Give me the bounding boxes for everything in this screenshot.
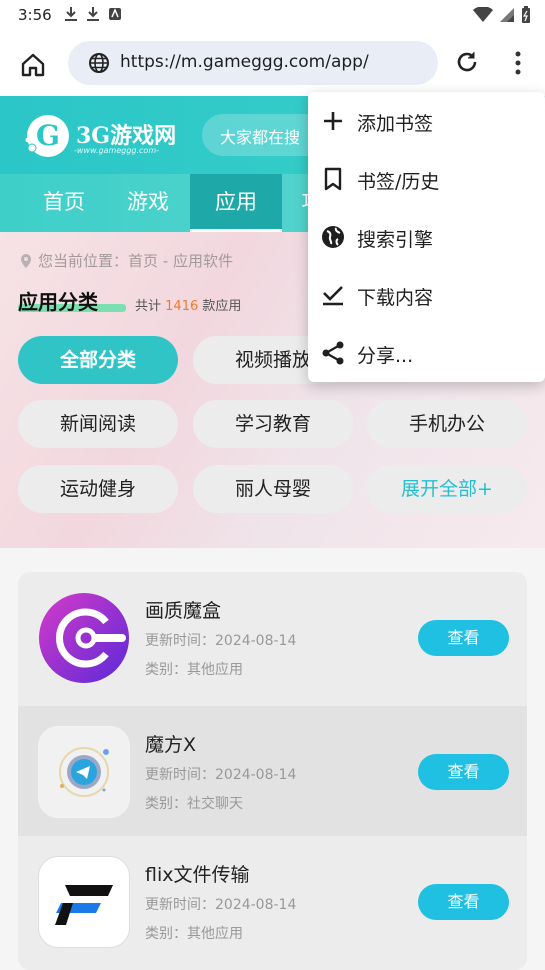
- status-time: 3:56: [18, 6, 52, 24]
- bookmark-icon: [324, 167, 342, 191]
- signal-icon: [500, 8, 514, 22]
- nav-item-home[interactable]: 首页: [18, 174, 110, 232]
- app-list-section: 画质魔盒 更新时间：2024-08-14 类别：其他应用 查看 魔方X 更新时间…: [0, 548, 545, 970]
- wifi-icon: [473, 7, 493, 22]
- reload-icon[interactable]: [454, 49, 480, 75]
- menu-item-add-bookmark[interactable]: 添加书签: [308, 92, 545, 150]
- app-category: 类别：其他应用: [145, 662, 243, 678]
- chip-news[interactable]: 新闻阅读: [18, 400, 178, 448]
- view-button[interactable]: 查看: [418, 754, 509, 790]
- app-icon-flix: [38, 856, 130, 948]
- breadcrumb-text: 您当前位置：首页 - 应用软件: [38, 252, 233, 270]
- app-name: 魔方X: [145, 734, 197, 756]
- site-search-placeholder: 大家都在搜: [220, 128, 301, 147]
- download-check-icon: [323, 286, 343, 306]
- category-count: 共计 1416 款应用: [135, 299, 242, 314]
- location-pin-icon: [21, 253, 31, 268]
- status-system-icons: [473, 6, 531, 24]
- chip-education[interactable]: 学习教育: [193, 400, 353, 448]
- globe-icon: [89, 53, 109, 73]
- menu-item-label: 书签/历史: [357, 171, 440, 193]
- app-list: 画质魔盒 更新时间：2024-08-14 类别：其他应用 查看 魔方X 更新时间…: [18, 572, 527, 970]
- download-icon: [87, 7, 99, 21]
- plus-icon: [324, 112, 342, 130]
- globe-icon: [322, 226, 344, 248]
- app-update-date: 更新时间：2024-08-14: [145, 633, 297, 649]
- battery-icon: [522, 6, 530, 23]
- status-bar: 3:56: [0, 0, 545, 30]
- chip-beauty[interactable]: 丽人母婴: [193, 465, 353, 513]
- menu-item-label: 搜索引擎: [357, 229, 434, 251]
- logo-mark-icon: G: [25, 115, 69, 157]
- list-item[interactable]: 画质魔盒 更新时间：2024-08-14 类别：其他应用 查看: [18, 572, 527, 702]
- menu-item-search-engine[interactable]: 搜索引擎: [308, 208, 545, 266]
- home-icon[interactable]: [18, 50, 48, 80]
- chip-all[interactable]: 全部分类: [18, 336, 178, 384]
- menu-item-bookmarks-history[interactable]: 书签/历史: [308, 150, 545, 208]
- count-number: 1416: [165, 299, 199, 314]
- url-bar[interactable]: https://m.gameggg.com/app/: [68, 41, 438, 85]
- breadcrumb: 您当前位置：首页 - 应用软件: [18, 250, 233, 271]
- menu-item-downloads[interactable]: 下载内容: [308, 266, 545, 324]
- url-text: https://m.gameggg.com/app/: [120, 52, 369, 72]
- menu-item-share[interactable]: 分享...: [308, 324, 545, 382]
- chip-fitness[interactable]: 运动健身: [18, 465, 178, 513]
- browser-overflow-menu: 添加书签 书签/历史 搜索引擎 下载内容 分享...: [308, 92, 545, 382]
- view-button[interactable]: 查看: [418, 620, 509, 656]
- browser-toolbar: https://m.gameggg.com/app/: [0, 30, 545, 96]
- menu-item-label: 添加书签: [357, 113, 434, 135]
- app-category: 类别：社交聊天: [145, 796, 243, 812]
- chip-expand-all[interactable]: 展开全部+: [367, 465, 527, 513]
- category-title: 应用分类: [18, 290, 98, 314]
- svg-text:G: G: [36, 119, 60, 152]
- app-name: 画质魔盒: [145, 600, 222, 622]
- app-notification-icon: [109, 8, 121, 20]
- view-button[interactable]: 查看: [418, 884, 509, 920]
- app-icon-huazhi: [38, 592, 130, 684]
- app-icon-mofang: [38, 726, 130, 818]
- app-update-date: 更新时间：2024-08-14: [145, 897, 297, 913]
- list-item[interactable]: flix文件传输 更新时间：2024-08-14 类别：其他应用 查看: [18, 836, 527, 966]
- nav-item-games[interactable]: 游戏: [104, 174, 192, 232]
- status-notifications: [64, 6, 122, 22]
- app-category: 类别：其他应用: [145, 926, 243, 942]
- app-update-date: 更新时间：2024-08-14: [145, 767, 297, 783]
- menu-item-label: 下载内容: [357, 287, 434, 309]
- chip-office[interactable]: 手机办公: [367, 400, 527, 448]
- nav-item-apps[interactable]: 应用: [190, 174, 282, 232]
- site-logo[interactable]: G 3G游戏网 -www.gameggg.com-: [16, 112, 196, 160]
- app-name: flix文件传输: [145, 864, 250, 886]
- menu-item-label: 分享...: [357, 345, 414, 367]
- download-icon: [65, 7, 77, 21]
- list-item[interactable]: 魔方X 更新时间：2024-08-14 类别：社交聊天 查看: [18, 706, 527, 836]
- logo-subtext: -www.gameggg.com-: [74, 146, 159, 155]
- more-vert-icon[interactable]: [508, 50, 528, 76]
- share-icon: [322, 341, 344, 365]
